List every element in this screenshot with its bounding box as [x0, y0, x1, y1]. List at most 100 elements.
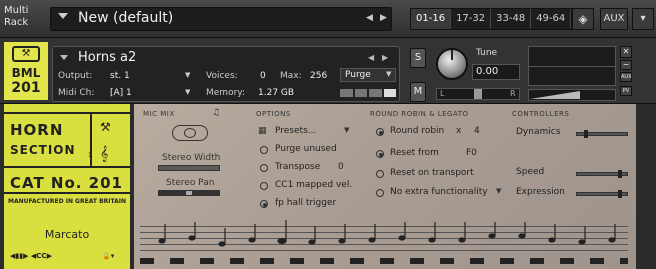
tab-33-48[interactable]: 33-48 [491, 9, 532, 29]
max-voices-value[interactable]: 256 [310, 71, 327, 81]
transpose-value[interactable]: 0 [338, 162, 344, 172]
midi-channel-label: Midi Ch: [58, 88, 95, 98]
pan-right-label: R [510, 89, 516, 98]
presets-grid-icon: ▦ [258, 126, 267, 136]
extra-function-dropdown-icon[interactable]: ▼ [496, 187, 501, 195]
note-icon [277, 220, 287, 245]
note-icon [578, 226, 586, 245]
close-icon[interactable]: ✕ [620, 46, 632, 58]
speed-thumb[interactable] [618, 170, 622, 178]
output-select[interactable]: st. 1 [110, 71, 130, 81]
max-voices-label: Max: [280, 71, 302, 81]
round-robin-label[interactable]: Round robin [390, 126, 444, 136]
round-robin-count[interactable]: 4 [474, 126, 480, 136]
aux-toggle-button[interactable]: AUX [620, 72, 632, 82]
midi-dropdown-icon[interactable]: ▼ [185, 88, 190, 96]
articulation-switch-controls[interactable]: ◀▮▮▶ ◀CC▶ [10, 252, 52, 260]
presets-menu[interactable]: Presets... [275, 126, 316, 136]
cc1-label[interactable]: CC1 mapped vel. [275, 180, 352, 190]
pan-left-label: L [440, 89, 445, 98]
rack-name[interactable]: New (default) [78, 10, 173, 26]
badge-top-text: BML [11, 66, 41, 80]
midi-channel-select[interactable]: [A] 1 [110, 88, 132, 98]
dynamics-thumb[interactable] [584, 130, 588, 138]
note-icon [428, 222, 436, 243]
note-icon [368, 224, 376, 243]
instrument-collapse-icon[interactable] [60, 55, 68, 60]
rack-prev-button[interactable]: ◀ [366, 13, 373, 23]
cc1-radio[interactable] [260, 182, 268, 190]
instrument-next-button[interactable]: ▶ [382, 53, 388, 62]
pv-button[interactable]: PV [620, 86, 632, 96]
pan-thumb[interactable] [474, 89, 482, 99]
minimize-icon[interactable]: − [620, 60, 632, 70]
purge-unused-label[interactable]: Purge unused [275, 144, 337, 154]
round-robin-header: ROUND ROBIN & LEGATO [370, 110, 469, 118]
articulation-staff[interactable] [140, 218, 628, 258]
options-header: OPTIONS [256, 110, 291, 118]
notes-icon[interactable]: ♫ [212, 108, 220, 118]
stereo-pan-label: Stereo Pan [166, 178, 215, 188]
settings-wrench-icon[interactable]: ⚒ [100, 120, 111, 134]
instrument-prev-button[interactable]: ◀ [368, 53, 374, 62]
note-icon [308, 226, 316, 245]
library-title-line2: SECTION [10, 143, 76, 157]
reset-transport-label[interactable]: Reset on transport [390, 168, 474, 178]
extra-function-select[interactable]: No extra functionality [390, 187, 488, 197]
rack-menu-icon[interactable]: ▾ [632, 8, 654, 30]
output-label: Output: [58, 71, 93, 81]
wrench-icon[interactable]: ⚒ [12, 46, 40, 62]
transpose-label[interactable]: Transpose [275, 162, 320, 172]
reset-from-label[interactable]: Reset from [390, 148, 439, 158]
tab-01-16[interactable]: 01-16 [411, 9, 452, 29]
rack-page-tabs: 01-16 17-32 33-48 49-64 [410, 8, 573, 30]
hall-trigger-radio[interactable] [260, 200, 268, 208]
transpose-radio[interactable] [260, 164, 268, 172]
rack-settings-icon[interactable]: ◈ [572, 8, 594, 30]
reset-from-value[interactable]: F0 [466, 148, 477, 158]
stereo-pan-thumb[interactable] [186, 191, 192, 195]
expression-label: Expression [516, 187, 565, 197]
memory-label: Memory: [206, 88, 245, 98]
note-icon [518, 222, 526, 239]
library-title-line1: HORN [10, 121, 64, 139]
note-icon [398, 222, 406, 241]
memory-value: 1.27 GB [258, 88, 295, 98]
badge-bottom-text: 201 [11, 80, 41, 96]
meter-divider [528, 66, 616, 67]
aux-button[interactable]: AUX [600, 8, 628, 30]
note-icon [458, 222, 466, 243]
voices-label: Voices: [206, 71, 238, 81]
reset-transport-radio[interactable] [376, 170, 384, 178]
solo-button[interactable]: S [410, 48, 426, 68]
reset-from-radio[interactable] [376, 150, 384, 158]
purge-unused-radio[interactable] [260, 146, 268, 154]
purge-label[interactable]: Purge [345, 70, 371, 80]
expression-thumb[interactable] [618, 190, 622, 198]
mic-center-icon[interactable] [184, 128, 196, 138]
catalog-number: CAT No. 201 [10, 174, 123, 192]
tab-17-32[interactable]: 17-32 [451, 9, 492, 29]
note-icon [248, 224, 256, 243]
rack-dropdown-icon[interactable] [58, 13, 68, 19]
instrument-name[interactable]: Horns a2 [78, 50, 136, 65]
tune-knob-indicator [451, 50, 453, 60]
dynamics-label: Dynamics [516, 127, 561, 137]
round-robin-radio[interactable] [376, 128, 384, 136]
title-divider [90, 112, 92, 168]
lock-icon[interactable]: 🔒▾ [102, 252, 114, 260]
hall-trigger-label[interactable]: fp hall trigger [275, 198, 336, 208]
stereo-width-label: Stereo Width [162, 153, 221, 163]
tune-value: 0.00 [476, 66, 499, 77]
notation-icon[interactable]: 𝄞 [100, 146, 108, 162]
round-robin-x: x [456, 126, 462, 136]
multi-rack-label: Multi Rack [4, 5, 29, 28]
presets-dropdown-icon[interactable]: ▼ [344, 126, 349, 134]
tab-49-64[interactable]: 49-64 [531, 9, 572, 29]
purge-dropdown-icon[interactable]: ▼ [386, 70, 391, 78]
output-dropdown-icon[interactable]: ▼ [185, 71, 190, 79]
mute-button[interactable]: M [410, 82, 426, 102]
note-icon [188, 222, 196, 241]
extra-function-radio[interactable] [376, 189, 384, 197]
rack-next-button[interactable]: ▶ [380, 13, 387, 23]
